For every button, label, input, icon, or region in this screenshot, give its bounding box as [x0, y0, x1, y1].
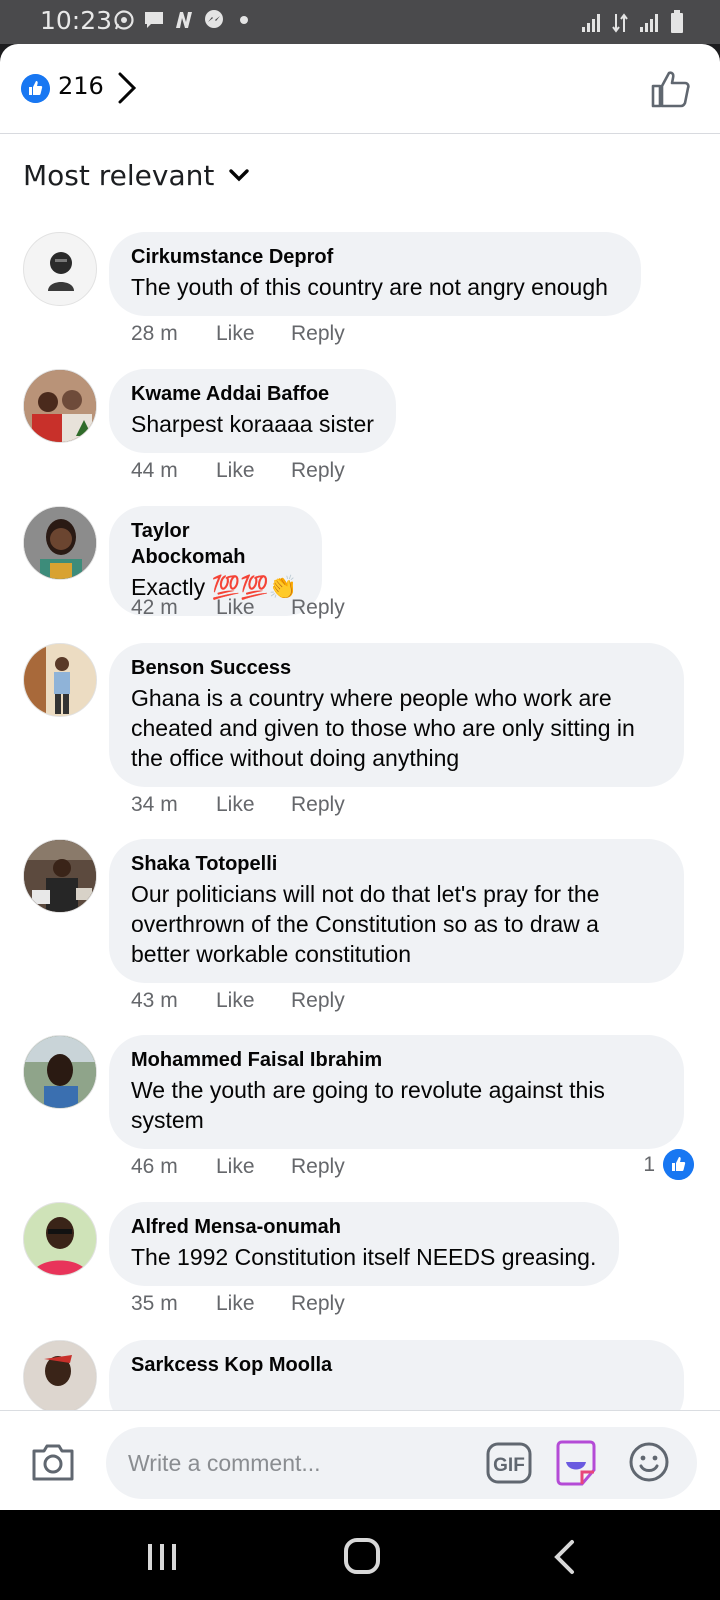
- avatar[interactable]: [23, 1035, 97, 1109]
- comment-actions: 35 m Like Reply: [131, 1292, 345, 1316]
- comment-author[interactable]: Mohammed Faisal Ibrahim: [131, 1047, 662, 1073]
- comment-time: 28 m: [131, 322, 178, 345]
- avatar[interactable]: [23, 643, 97, 717]
- like-link[interactable]: Like: [216, 322, 291, 346]
- home-icon[interactable]: [343, 1537, 381, 1575]
- comment-time: 35 m: [131, 1292, 178, 1315]
- comment-reactions[interactable]: 1: [643, 1149, 694, 1180]
- reply-link[interactable]: Reply: [291, 793, 345, 817]
- avatar[interactable]: [23, 369, 97, 443]
- reply-link[interactable]: Reply: [291, 459, 345, 483]
- reactions-header: 216: [0, 44, 720, 134]
- chevron-right-icon[interactable]: [116, 71, 138, 105]
- comment-time: 42 m: [131, 596, 178, 619]
- messenger-icon: [205, 10, 223, 28]
- dot-icon: [240, 16, 248, 24]
- comment-bubble[interactable]: Kwame Addai Baffoe Sharpest koraaaa sist…: [109, 369, 396, 453]
- comment-text: We the youth are going to revolute again…: [131, 1077, 605, 1133]
- like-reaction-icon: [21, 74, 50, 103]
- comment-text: The 1992 Constitution itself NEEDS greas…: [131, 1244, 597, 1270]
- comment-author[interactable]: Alfred Mensa-onumah: [131, 1214, 597, 1240]
- comment-time: 44 m: [131, 459, 178, 482]
- like-link[interactable]: Like: [216, 1292, 291, 1316]
- comment-author[interactable]: Shaka Totopelli: [131, 851, 662, 877]
- n-app-icon: [176, 12, 192, 28]
- comment-actions: 34 m Like Reply: [131, 793, 345, 817]
- comment-bubble[interactable]: Shaka Totopelli Our politicians will not…: [109, 839, 684, 983]
- avatar[interactable]: [23, 506, 97, 580]
- comment-author[interactable]: Taylor Abockomah: [131, 518, 300, 570]
- reply-link[interactable]: Reply: [291, 989, 345, 1013]
- like-link[interactable]: Like: [216, 459, 291, 483]
- comment-text: Our politicians will not do that let's p…: [131, 881, 600, 967]
- avatar[interactable]: [23, 232, 97, 306]
- reply-link[interactable]: Reply: [291, 596, 345, 620]
- comment-text: The youth of this country are not angry …: [131, 274, 608, 300]
- back-icon[interactable]: [552, 1539, 576, 1575]
- signal-icon: [582, 14, 600, 32]
- like-link[interactable]: Like: [216, 596, 291, 620]
- like-link[interactable]: Like: [216, 989, 291, 1013]
- reaction-count[interactable]: 216: [58, 72, 104, 100]
- emoji-icon[interactable]: [628, 1441, 670, 1483]
- avatar[interactable]: [23, 1340, 97, 1414]
- data-arrows-icon: [612, 13, 628, 33]
- like-link[interactable]: Like: [216, 793, 291, 817]
- reply-link[interactable]: Reply: [291, 322, 345, 346]
- comment-actions: 43 m Like Reply: [131, 989, 345, 1013]
- reply-link[interactable]: Reply: [291, 1155, 345, 1179]
- like-link[interactable]: Like: [216, 1155, 291, 1179]
- reply-link[interactable]: Reply: [291, 1292, 345, 1316]
- signal-icon: [640, 14, 658, 32]
- comment-author[interactable]: Kwame Addai Baffoe: [131, 381, 374, 407]
- like-reaction-icon: [663, 1149, 694, 1180]
- comment-bubble[interactable]: Cirkumstance Deprof The youth of this co…: [109, 232, 641, 316]
- comment-author[interactable]: Cirkumstance Deprof: [131, 244, 619, 270]
- comments-sheet: 216 Most relevant Cirkumstance Deprof Th…: [0, 44, 720, 1510]
- comment-bubble[interactable]: Alfred Mensa-onumah The 1992 Constitutio…: [109, 1202, 619, 1286]
- whatsapp-icon: [114, 10, 134, 30]
- camera-icon[interactable]: [30, 1441, 76, 1483]
- comment-actions: 42 m Like Reply: [131, 596, 345, 620]
- message-icon: [145, 12, 163, 28]
- comment-input-container: GIF: [106, 1427, 697, 1499]
- comment-author[interactable]: Benson Success: [131, 655, 662, 681]
- like-button-icon[interactable]: [650, 68, 692, 110]
- gif-icon[interactable]: GIF: [486, 1442, 532, 1484]
- status-bar: 10:23: [0, 0, 720, 44]
- svg-text:GIF: GIF: [493, 1455, 525, 1476]
- avatar[interactable]: [23, 1202, 97, 1276]
- status-time: 10:23: [40, 6, 113, 35]
- comment-actions: 46 m Like Reply: [131, 1155, 345, 1179]
- comment-author[interactable]: Sarkcess Kop Moolla: [131, 1352, 662, 1378]
- chevron-down-icon: [229, 168, 250, 181]
- battery-icon: [671, 10, 683, 33]
- recent-apps-icon[interactable]: [145, 1540, 179, 1574]
- comment-bubble[interactable]: Mohammed Faisal Ibrahim We the youth are…: [109, 1035, 684, 1149]
- comment-actions: 28 m Like Reply: [131, 322, 345, 346]
- comment-reaction-count: 1: [643, 1152, 655, 1176]
- android-navigation-bar: [0, 1510, 720, 1600]
- comment-time: 34 m: [131, 793, 178, 816]
- sticker-icon[interactable]: [554, 1440, 598, 1486]
- notification-icons: [113, 9, 255, 31]
- comment-composer: GIF: [0, 1410, 720, 1510]
- sort-label: Most relevant: [23, 159, 215, 192]
- comment-time: 46 m: [131, 1155, 178, 1178]
- sort-dropdown[interactable]: Most relevant: [23, 159, 250, 192]
- comment-bubble[interactable]: Benson Success Ghana is a country where …: [109, 643, 684, 787]
- comment-text: Sharpest koraaaa sister: [131, 411, 374, 437]
- comment-input[interactable]: [128, 1445, 458, 1481]
- comment-time: 43 m: [131, 989, 178, 1012]
- comment-text: Ghana is a country where people who work…: [131, 685, 635, 771]
- avatar[interactable]: [23, 839, 97, 913]
- system-icons: [580, 10, 684, 34]
- comment-actions: 44 m Like Reply: [131, 459, 345, 483]
